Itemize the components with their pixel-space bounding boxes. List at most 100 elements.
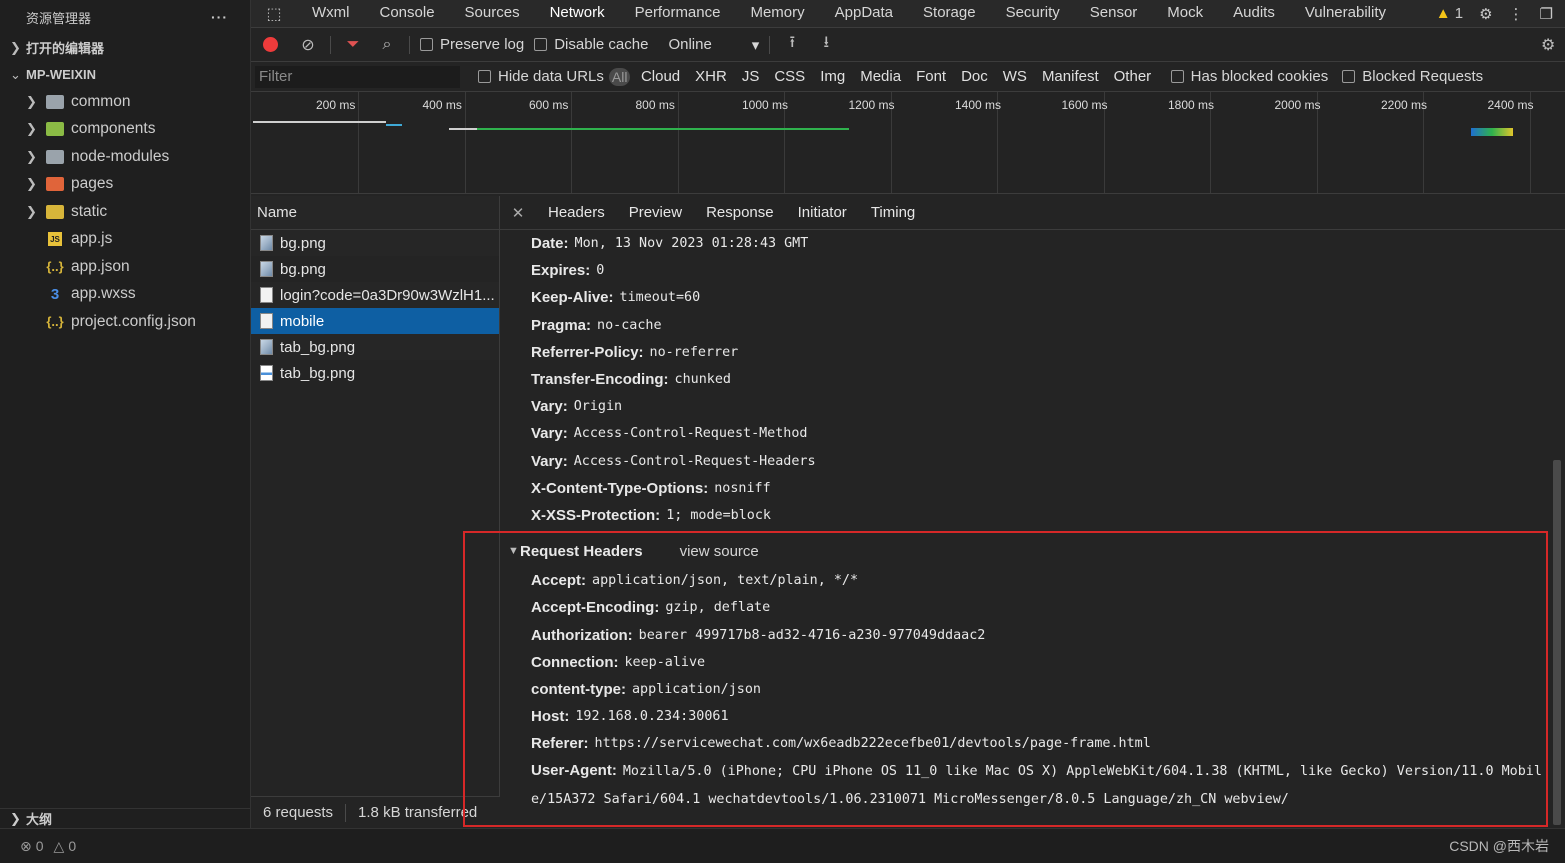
- warnings-indicator[interactable]: △ 0: [54, 838, 77, 855]
- chevron-right-icon: ❯: [26, 148, 37, 164]
- tab-preview[interactable]: Preview: [617, 204, 694, 221]
- dock-side-icon[interactable]: ❐: [1540, 5, 1553, 23]
- request-row[interactable]: login?code=0a3Dr90w3WzlH1...: [251, 282, 499, 308]
- search-icon[interactable]: ⌕: [375, 36, 399, 54]
- outline-section[interactable]: ❯ 大纲: [0, 808, 251, 828]
- request-rows: bg.png bg.png login?code=0a3Dr90w3WzlH1.…: [251, 230, 499, 386]
- header-key: Vary:: [531, 452, 568, 470]
- throttling-select[interactable]: Online ▾: [668, 36, 759, 54]
- project-section[interactable]: ⌄ MP-WEIXIN: [0, 61, 250, 88]
- tab-vulnerability[interactable]: Vulnerability: [1290, 0, 1401, 28]
- response-headers-list: Date: Mon, 13 Nov 2023 01:28:43 GMT Expire…: [500, 230, 1548, 529]
- tab-timing[interactable]: Timing: [859, 204, 927, 221]
- name-column-header[interactable]: Name: [251, 196, 499, 230]
- filter-type-other[interactable]: Other: [1106, 68, 1159, 85]
- hide-data-urls-checkbox[interactable]: Hide data URLs: [478, 68, 604, 85]
- header-line: Connection: keep-alive: [500, 649, 1548, 676]
- request-row[interactable]: tab_bg.png: [251, 360, 499, 386]
- tree-item-label: pages: [71, 175, 114, 193]
- tab-sensor[interactable]: Sensor: [1075, 0, 1153, 28]
- tab-performance[interactable]: Performance: [620, 0, 736, 28]
- tree-item-static[interactable]: ❯ static: [0, 198, 250, 226]
- tab-storage[interactable]: Storage: [908, 0, 991, 28]
- disable-cache-checkbox[interactable]: Disable cache: [534, 36, 648, 53]
- tab-security[interactable]: Security: [991, 0, 1075, 28]
- filter-type-media[interactable]: Media: [853, 68, 909, 85]
- tree-item-components[interactable]: ❯ components: [0, 116, 250, 144]
- filter-type-doc[interactable]: Doc: [954, 68, 996, 85]
- timeline-tick-label: 1000 ms: [742, 98, 789, 112]
- request-headers-section[interactable]: ▼ Request Headers view source: [500, 535, 1548, 567]
- filter-type-js[interactable]: JS: [734, 68, 767, 85]
- filter-type-font[interactable]: Font: [909, 68, 954, 85]
- warnings-indicator[interactable]: ▲ 1: [1436, 5, 1463, 22]
- request-row[interactable]: bg.png: [251, 256, 499, 282]
- scrollbar-thumb[interactable]: [1553, 460, 1561, 825]
- settings-gear-icon[interactable]: ⚙: [1479, 5, 1492, 23]
- tree-item-app-js[interactable]: JS app.js: [0, 226, 250, 254]
- filter-type-img[interactable]: Img: [813, 68, 853, 85]
- tab-initiator[interactable]: Initiator: [786, 204, 859, 221]
- filter-icon[interactable]: ⏷: [341, 36, 365, 54]
- tab-wxml[interactable]: Wxml: [297, 0, 365, 28]
- tab-mock[interactable]: Mock: [1152, 0, 1218, 28]
- filter-type-xhr[interactable]: XHR: [688, 68, 735, 85]
- tab-console[interactable]: Console: [365, 0, 450, 28]
- open-editors-label: 打开的编辑器: [26, 41, 105, 56]
- header-value: application/json: [632, 681, 761, 697]
- record-icon[interactable]: [263, 37, 278, 52]
- header-key: Connection:: [531, 653, 619, 671]
- chevron-right-icon: ❯: [26, 176, 37, 192]
- filter-type-ws[interactable]: WS: [995, 68, 1034, 85]
- import-har-icon[interactable]: ⭱: [780, 31, 804, 58]
- throttling-value: Online: [668, 36, 712, 53]
- clear-icon[interactable]: ⊘: [296, 35, 320, 55]
- filter-type-css[interactable]: CSS: [767, 68, 813, 85]
- view-source-link[interactable]: view source: [680, 543, 759, 560]
- tree-item-pages[interactable]: ❯ pages: [0, 171, 250, 199]
- filter-type-all[interactable]: All: [608, 67, 631, 86]
- tree-item-node-modules[interactable]: ❯ node-modules: [0, 143, 250, 171]
- tab-appdata[interactable]: AppData: [820, 0, 908, 28]
- watermark: CSDN @西木岩: [1449, 838, 1549, 854]
- filter-type-cloud[interactable]: Cloud: [633, 68, 687, 85]
- header-line: Vary: Access-Control-Request-Method: [500, 420, 1548, 447]
- tab-network[interactable]: Network: [535, 0, 620, 28]
- tree-item-app-json[interactable]: {..} app.json: [0, 253, 250, 281]
- export-har-icon[interactable]: ⭳: [814, 31, 838, 58]
- header-value: timeout=60: [619, 290, 701, 306]
- vertical-scrollbar[interactable]: [1548, 230, 1565, 828]
- header-line: Referrer-Policy: no-referrer: [500, 339, 1548, 366]
- tree-item-project-config[interactable]: {..} project.config.json: [0, 308, 250, 336]
- tab-response[interactable]: Response: [694, 204, 786, 221]
- header-line: Accept-Encoding: gzip, deflate: [500, 594, 1548, 621]
- request-row-selected[interactable]: mobile: [251, 308, 499, 334]
- waterfall-bar: [253, 121, 386, 123]
- close-icon[interactable]: ✕: [500, 204, 536, 222]
- tree-item-app-wxss[interactable]: 3 app.wxss: [0, 281, 250, 309]
- more-actions-icon[interactable]: ···: [211, 9, 228, 25]
- request-row[interactable]: bg.png: [251, 230, 499, 256]
- has-blocked-cookies-checkbox[interactable]: Has blocked cookies: [1170, 68, 1328, 85]
- open-editors-section[interactable]: ❯ 打开的编辑器: [0, 34, 250, 61]
- filter-type-manifest[interactable]: Manifest: [1034, 68, 1106, 85]
- preserve-log-checkbox[interactable]: Preserve log: [420, 36, 524, 53]
- blocked-requests-checkbox[interactable]: Blocked Requests: [1342, 68, 1483, 85]
- network-overview-timeline[interactable]: 200 ms 400 ms 600 ms 800 ms 1000 ms 1200 ms 14…: [251, 92, 1565, 194]
- tab-headers[interactable]: Headers: [536, 204, 617, 221]
- header-line: Vary: Origin: [500, 393, 1548, 420]
- tree-item-label: app.js: [71, 230, 113, 248]
- tab-sources[interactable]: Sources: [450, 0, 535, 28]
- tree-item-common[interactable]: ❯ common: [0, 88, 250, 116]
- request-row[interactable]: tab_bg.png: [251, 334, 499, 360]
- checkbox-box: [534, 38, 548, 51]
- tab-audits[interactable]: Audits: [1218, 0, 1290, 28]
- errors-indicator[interactable]: ⊗ 0: [20, 838, 44, 855]
- more-vertical-icon[interactable]: ⋮: [1509, 5, 1524, 23]
- tab-memory[interactable]: Memory: [735, 0, 819, 28]
- network-settings-gear-icon[interactable]: ⚙: [1541, 35, 1565, 55]
- inspect-element-icon[interactable]: ⬚: [251, 4, 297, 24]
- header-line: Transfer-Encoding: chunked: [500, 366, 1548, 393]
- filter-input[interactable]: Filter: [255, 65, 460, 88]
- timeline-tick-label: 1400 ms: [955, 98, 1002, 112]
